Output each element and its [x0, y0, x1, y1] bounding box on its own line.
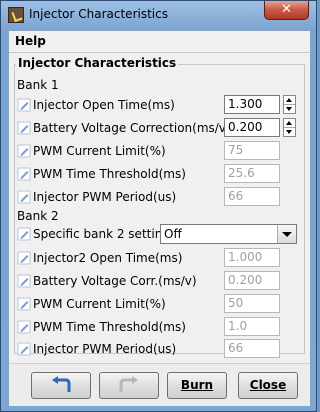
pencil-icon: [17, 297, 31, 311]
app-icon: [8, 7, 24, 23]
specific-bank2-setting-value: Off: [164, 227, 182, 241]
pencil-icon: [17, 274, 31, 288]
group-title: Injector Characteristics: [16, 56, 179, 70]
battery-voltage-correction-input[interactable]: 0.200: [224, 118, 280, 137]
bank2-label: Bank 2: [17, 209, 59, 223]
bank2-injector-pwm-period-row: Injector PWM Period(us) 66: [17, 339, 302, 359]
pencil-icon: [17, 190, 31, 204]
specific-bank2-setting-row: Specific bank 2 setting Off: [17, 224, 302, 244]
pencil-icon: [17, 320, 31, 334]
menu-bar: Help: [9, 31, 310, 53]
injector-open-time-input[interactable]: 1.300: [224, 95, 280, 114]
spin-down-icon[interactable]: [284, 128, 295, 136]
bank2-pwm-current-limit-row: PWM Current Limit(%) 50: [17, 294, 302, 314]
bank2-pwm-time-threshold-label: PWM Time Threshold(ms): [33, 320, 186, 334]
burn-button-label: Burn: [180, 378, 214, 392]
injector-pwm-period-row: Injector PWM Period(us) 66: [17, 187, 302, 207]
injector-characteristics-window: Injector Characteristics ✕ Help Injector…: [0, 0, 317, 412]
button-bar: Burn Close: [9, 363, 310, 406]
pwm-current-limit-input: 75: [224, 141, 280, 160]
pwm-current-limit-row: PWM Current Limit(%) 75: [17, 141, 302, 161]
bank1-label: Bank 1: [17, 78, 59, 92]
injector2-open-time-label: Injector2 Open Time(ms): [33, 251, 183, 265]
title-bar[interactable]: Injector Characteristics ✕: [1, 1, 316, 29]
undo-button[interactable]: [31, 372, 91, 399]
bank2-pwm-time-threshold-row: PWM Time Threshold(ms) 1.0: [17, 317, 302, 337]
battery-voltage-correction-row: Battery Voltage Correction(ms/v) 0.200: [17, 118, 302, 138]
undo-icon: [52, 376, 71, 392]
pencil-icon: [17, 144, 31, 158]
pencil-icon: [17, 342, 31, 356]
specific-bank2-setting-select[interactable]: Off: [160, 224, 297, 244]
spin-down-icon[interactable]: [284, 105, 295, 113]
redo-icon: [119, 376, 138, 392]
injector-pwm-period-label: Injector PWM Period(us): [33, 190, 177, 204]
close-button-label: Close: [249, 378, 287, 392]
specific-bank2-setting-label: Specific bank 2 setting: [33, 227, 170, 241]
bank2-injector-pwm-period-input: 66: [224, 339, 280, 358]
pwm-time-threshold-input: 25.6: [224, 164, 280, 183]
pencil-icon: [17, 121, 31, 135]
burn-button[interactable]: Burn: [167, 372, 227, 399]
bank2-pwm-current-limit-label: PWM Current Limit(%): [33, 297, 166, 311]
dialog-body: Help Injector Characteristics Bank 1 Inj…: [8, 30, 311, 406]
battery-voltage-corr-label: Battery Voltage Corr.(ms/v): [33, 274, 197, 288]
battery-voltage-corr-row: Battery Voltage Corr.(ms/v) 0.200: [17, 271, 302, 291]
bank2-pwm-time-threshold-input: 1.0: [224, 317, 280, 336]
battery-voltage-correction-spinner[interactable]: [283, 118, 296, 137]
injector2-open-time-row: Injector2 Open Time(ms) 1.000: [17, 248, 302, 268]
bank2-injector-pwm-period-label: Injector PWM Period(us): [33, 342, 177, 356]
injector-open-time-spinner[interactable]: [283, 95, 296, 114]
chevron-down-icon[interactable]: [277, 225, 296, 243]
injector2-open-time-input: 1.000: [224, 248, 280, 267]
pencil-icon: [17, 251, 31, 265]
battery-voltage-correction-label: Battery Voltage Correction(ms/v): [33, 121, 231, 135]
spin-up-icon[interactable]: [284, 119, 295, 128]
pencil-icon: [17, 98, 31, 112]
injector-open-time-label: Injector Open Time(ms): [33, 98, 175, 112]
pwm-current-limit-label: PWM Current Limit(%): [33, 144, 166, 158]
window-title: Injector Characteristics: [29, 7, 168, 21]
injector-pwm-period-input: 66: [224, 187, 280, 206]
window-close-button[interactable]: ✕: [264, 1, 309, 20]
spin-up-icon[interactable]: [284, 96, 295, 105]
pwm-time-threshold-label: PWM Time Threshold(ms): [33, 167, 186, 181]
pencil-icon: [17, 167, 31, 181]
close-button[interactable]: Close: [238, 372, 298, 399]
menu-help[interactable]: Help: [15, 34, 46, 48]
pwm-time-threshold-row: PWM Time Threshold(ms) 25.6: [17, 164, 302, 184]
bank2-pwm-current-limit-input: 50: [224, 294, 280, 313]
pencil-icon: [17, 227, 31, 241]
redo-button[interactable]: [99, 372, 159, 399]
battery-voltage-corr-input: 0.200: [224, 271, 280, 290]
injector-open-time-row: Injector Open Time(ms) 1.300: [17, 95, 302, 115]
